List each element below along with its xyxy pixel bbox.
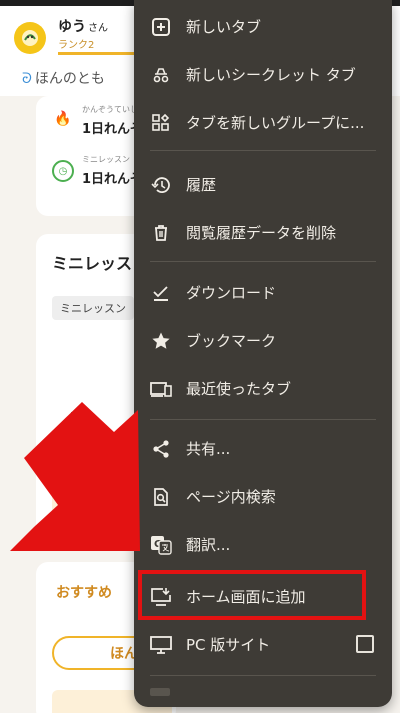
menu-item-find-in-page[interactable]: ページ内検索 (134, 472, 392, 520)
mini-lesson-number: 24 (70, 410, 90, 426)
user-name-text: ゆう (58, 19, 86, 35)
avatar[interactable] (14, 22, 46, 54)
recent-tabs-icon (150, 378, 172, 400)
menu-item-bookmarks[interactable]: ブックマーク (134, 316, 392, 364)
menu-divider (150, 261, 376, 262)
mascot-icon (22, 30, 38, 46)
streak-caption: かんぞうていし (82, 105, 138, 114)
menu-more-icon (150, 688, 170, 696)
menu-item-label: 翻訳... (186, 535, 231, 554)
mini-lesson-tag[interactable]: ミニレッスン (52, 296, 134, 320)
menu-item-label: 閲覧履歴データを削除 (186, 223, 337, 242)
menu-item-label: 最近使ったタブ (186, 379, 292, 398)
user-rank: ランク2 (58, 40, 95, 51)
menu-item-translate[interactable]: G 翻訳... (134, 520, 392, 568)
menu-item-label: 新しいタブ (186, 17, 262, 36)
menu-divider (150, 419, 376, 420)
menu-item-label: 共有... (186, 439, 231, 458)
clock-icon: ◷ (52, 160, 74, 182)
menu-item-label: ダウンロード (186, 283, 277, 302)
find-in-page-icon (150, 486, 172, 508)
menu-item-label: PC 版サイト (186, 635, 271, 654)
download-icon (150, 282, 172, 304)
star-icon (150, 330, 172, 352)
menu-item-downloads[interactable]: ダウンロード (134, 268, 392, 316)
red-highlight-box (138, 570, 366, 620)
history-icon (150, 174, 172, 196)
tab-group-icon (150, 112, 172, 134)
menu-item-clear-browsing-data[interactable]: 閲覧履歴データを削除 (134, 208, 392, 256)
menu-divider (150, 675, 376, 676)
menu-item-incognito-tab[interactable]: 新しいシークレット タブ (134, 50, 392, 98)
menu-item-label: ブックマーク (186, 331, 277, 350)
incognito-icon (150, 64, 172, 86)
recommend-title: おすすめ (56, 585, 112, 601)
desktop-site-checkbox[interactable] (356, 635, 374, 653)
menu-item-label: 新しいシークレット タブ (186, 65, 356, 84)
share-icon (150, 438, 172, 460)
menu-item-share[interactable]: 共有... (134, 424, 392, 472)
user-name-suffix: さん (88, 23, 108, 34)
menu-item-new-tab[interactable]: 新しいタブ (134, 2, 392, 50)
rank-progress-line (58, 52, 138, 55)
site-logo-icon: ᘒ (22, 71, 32, 87)
lesson-caption: ミニレッスン (82, 155, 130, 164)
menu-item-recent-tabs[interactable]: 最近使ったタブ (134, 364, 392, 412)
menu-item-label: タブを新しいグループに... (186, 113, 365, 132)
trash-icon (150, 222, 172, 244)
user-name: ゆう さん (58, 16, 108, 36)
site-name-text: ほんのとも (34, 71, 105, 87)
menu-item-tab-group[interactable]: タブを新しいグループに... (134, 98, 392, 146)
desktop-icon (150, 634, 172, 656)
app-background: ゆう さん ランク2 ᘒ ほんのとも 🔥 かんぞうていし 1日れんぞ ◷ ミニレッス… (0, 0, 400, 713)
menu-divider (150, 150, 376, 151)
menu-item-history[interactable]: 履歴 (134, 160, 392, 208)
menu-item-desktop-site[interactable]: PC 版サイト (134, 620, 392, 668)
mini-lesson-title: ミニレッス (52, 254, 133, 273)
new-tab-icon (150, 16, 172, 38)
fire-icon: 🔥 (54, 111, 72, 127)
translate-icon: G (150, 534, 172, 556)
menu-item-label: ページ内検索 (186, 487, 276, 506)
site-name[interactable]: ᘒ ほんのとも (22, 68, 105, 88)
menu-item-label: 履歴 (186, 175, 217, 194)
